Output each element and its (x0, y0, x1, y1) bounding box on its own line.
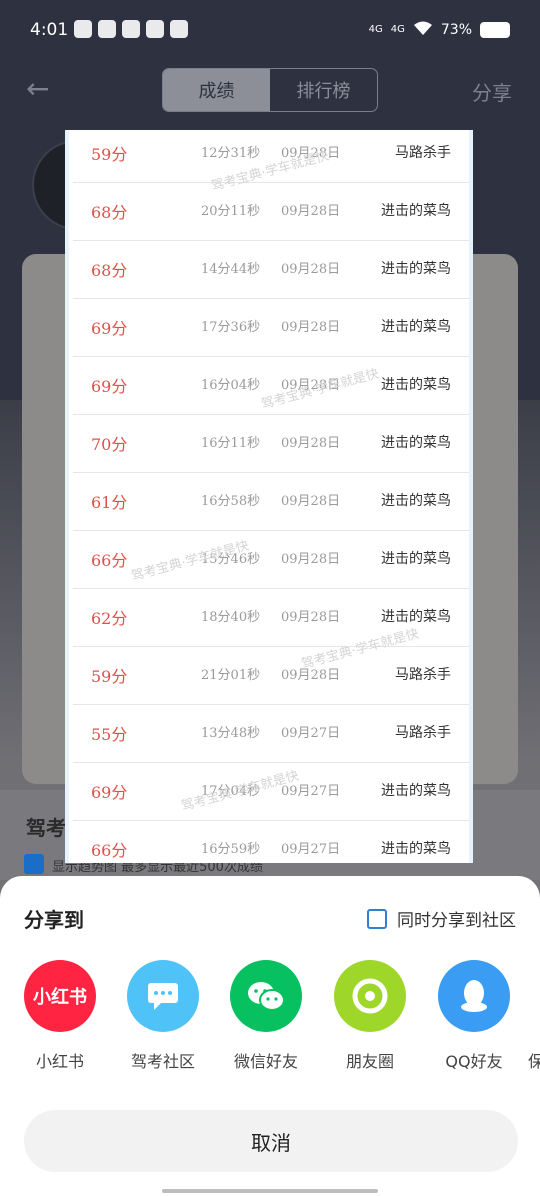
duration-value: 16分11秒 (201, 436, 261, 451)
share-title: 分享到 (24, 908, 84, 932)
score-value: 59分 (91, 145, 128, 164)
duration-value: 18分40秒 (201, 610, 261, 625)
score-value: 66分 (91, 841, 128, 860)
rank-title: 进击的菜鸟 (381, 783, 451, 799)
duration-value: 16分59秒 (201, 842, 261, 857)
score-value: 70分 (91, 435, 128, 454)
community-checkbox[interactable] (367, 908, 387, 929)
status-bar: 4:01 4G 4G 73% (0, 0, 540, 64)
app2-notify-icon (170, 20, 188, 38)
status-time: 4:01 (30, 20, 69, 40)
date-value: 09月28日 (281, 204, 341, 219)
tab-segment: 成绩 排行榜 (162, 68, 378, 112)
share-community[interactable]: 驾考社区 (108, 960, 218, 1072)
tiktok-notify-icon (98, 20, 116, 38)
rank-title: 进击的菜鸟 (381, 493, 451, 509)
community-label: 同时分享到社区 (397, 911, 516, 931)
share-button[interactable]: 分享 (472, 77, 512, 106)
date-value: 09月28日 (281, 494, 341, 509)
rank-title: 进击的菜鸟 (381, 841, 451, 857)
share-xiaohongshu[interactable]: 小红书 小红书 (5, 960, 115, 1072)
duration-value: 21分01秒 (201, 668, 261, 683)
signal-icon: 4G (368, 24, 383, 35)
table-row: 68分 20分11秒 09月28日 进击的菜鸟 (73, 183, 469, 241)
share-wechat[interactable]: 微信好友 (211, 960, 321, 1072)
tab-ranking[interactable]: 排行榜 (270, 69, 377, 111)
share-app-label: 驾考社区 (130, 1052, 195, 1071)
score-value: 55分 (91, 725, 128, 744)
date-value: 09月27日 (281, 726, 341, 741)
table-row: 61分 16分58秒 09月28日 进击的菜鸟 (73, 473, 469, 531)
share-moments[interactable]: 朋友圈 (315, 960, 425, 1072)
date-value: 09月28日 (281, 320, 341, 335)
duration-value: 17分36秒 (201, 320, 261, 335)
duration-value: 16分58秒 (201, 494, 261, 509)
score-value: 69分 (91, 783, 128, 802)
share-to-community[interactable]: 同时分享到社区 (367, 906, 516, 931)
date-value: 09月28日 (281, 262, 341, 277)
duration-value: 12分31秒 (201, 146, 261, 161)
rank-title: 进击的菜鸟 (381, 319, 451, 335)
signal-icon-2: 4G (390, 24, 405, 35)
score-value: 69分 (91, 377, 128, 396)
rank-title: 马路杀手 (395, 667, 451, 683)
trend-checkbox (24, 854, 44, 874)
rank-title: 进击的菜鸟 (381, 377, 451, 393)
score-value: 68分 (91, 261, 128, 280)
table-row: 59分 21分01秒 09月28日 马路杀手 (73, 647, 469, 705)
home-indicator[interactable] (162, 1189, 378, 1193)
share-more[interactable]: 保 (500, 960, 540, 1072)
rank-title: 进击的菜鸟 (381, 435, 451, 451)
score-value: 59分 (91, 667, 128, 686)
table-row: 70分 16分11秒 09月28日 进击的菜鸟 (73, 415, 469, 473)
status-right: 4G 4G 73% (369, 20, 510, 40)
duration-value: 13分48秒 (201, 726, 261, 741)
date-value: 09月28日 (281, 436, 341, 451)
rank-title: 马路杀手 (395, 725, 451, 741)
share-app-label: 保 (528, 1052, 540, 1071)
table-row: 69分 17分36秒 09月28日 进击的菜鸟 (73, 299, 469, 357)
rank-title: 马路杀手 (395, 145, 451, 161)
wechat-notify-icon (74, 20, 92, 38)
table-row: 68分 14分44秒 09月28日 进击的菜鸟 (73, 241, 469, 299)
score-list-sheet: 59分 12分31秒 09月28日 马路杀手 68分 20分11秒 09月28日 进击的菜鸟 6… (65, 130, 473, 863)
share-app-label: 微信好友 (233, 1052, 298, 1071)
duration-value: 16分04秒 (201, 378, 261, 393)
rank-title: 进击的菜鸟 (381, 203, 451, 219)
duration-value: 14分44秒 (201, 262, 261, 277)
rank-title: 进击的菜鸟 (381, 261, 451, 277)
date-value: 09月28日 (281, 552, 341, 567)
wifi-icon (413, 20, 433, 40)
tab-scores[interactable]: 成绩 (163, 69, 270, 111)
cancel-button[interactable]: 取消 (24, 1110, 518, 1172)
date-value: 09月27日 (281, 842, 341, 857)
moments-icon (334, 960, 406, 1032)
duration-value: 20分11秒 (201, 204, 261, 219)
notification-icons (74, 20, 188, 38)
share-app-label: 朋友圈 (345, 1052, 394, 1071)
date-value: 09月28日 (281, 610, 341, 625)
battery-percent: 73% (440, 22, 472, 38)
background-section-title: 驾考 (26, 816, 66, 840)
community-chat-icon (127, 960, 199, 1032)
wechat-icon (230, 960, 302, 1032)
score-value: 62分 (91, 609, 128, 628)
score-value: 66分 (91, 551, 128, 570)
app-notify-icon (146, 20, 164, 38)
share-app-label: 小红书 (35, 1052, 84, 1071)
rank-title: 进击的菜鸟 (381, 609, 451, 625)
back-arrow-icon[interactable]: ← (26, 74, 56, 104)
score-value: 61分 (91, 493, 128, 512)
battery-icon (480, 22, 510, 38)
rank-title: 进击的菜鸟 (381, 551, 451, 567)
share-app-list: 小红书 小红书 驾考社区 微信好友 朋友圈 QQ好友 保 (0, 960, 540, 1080)
telegram-notify-icon (122, 20, 140, 38)
table-row: 66分 16分59秒 09月27日 进击的菜鸟 (73, 821, 469, 863)
xiaohongshu-icon: 小红书 (24, 960, 96, 1032)
table-row: 55分 13分48秒 09月27日 马路杀手 (73, 705, 469, 763)
score-value: 69分 (91, 319, 128, 338)
share-panel: 分享到 同时分享到社区 小红书 小红书 驾考社区 微信好友 朋友圈 QQ好友 保… (0, 876, 540, 1196)
score-value: 68分 (91, 203, 128, 222)
